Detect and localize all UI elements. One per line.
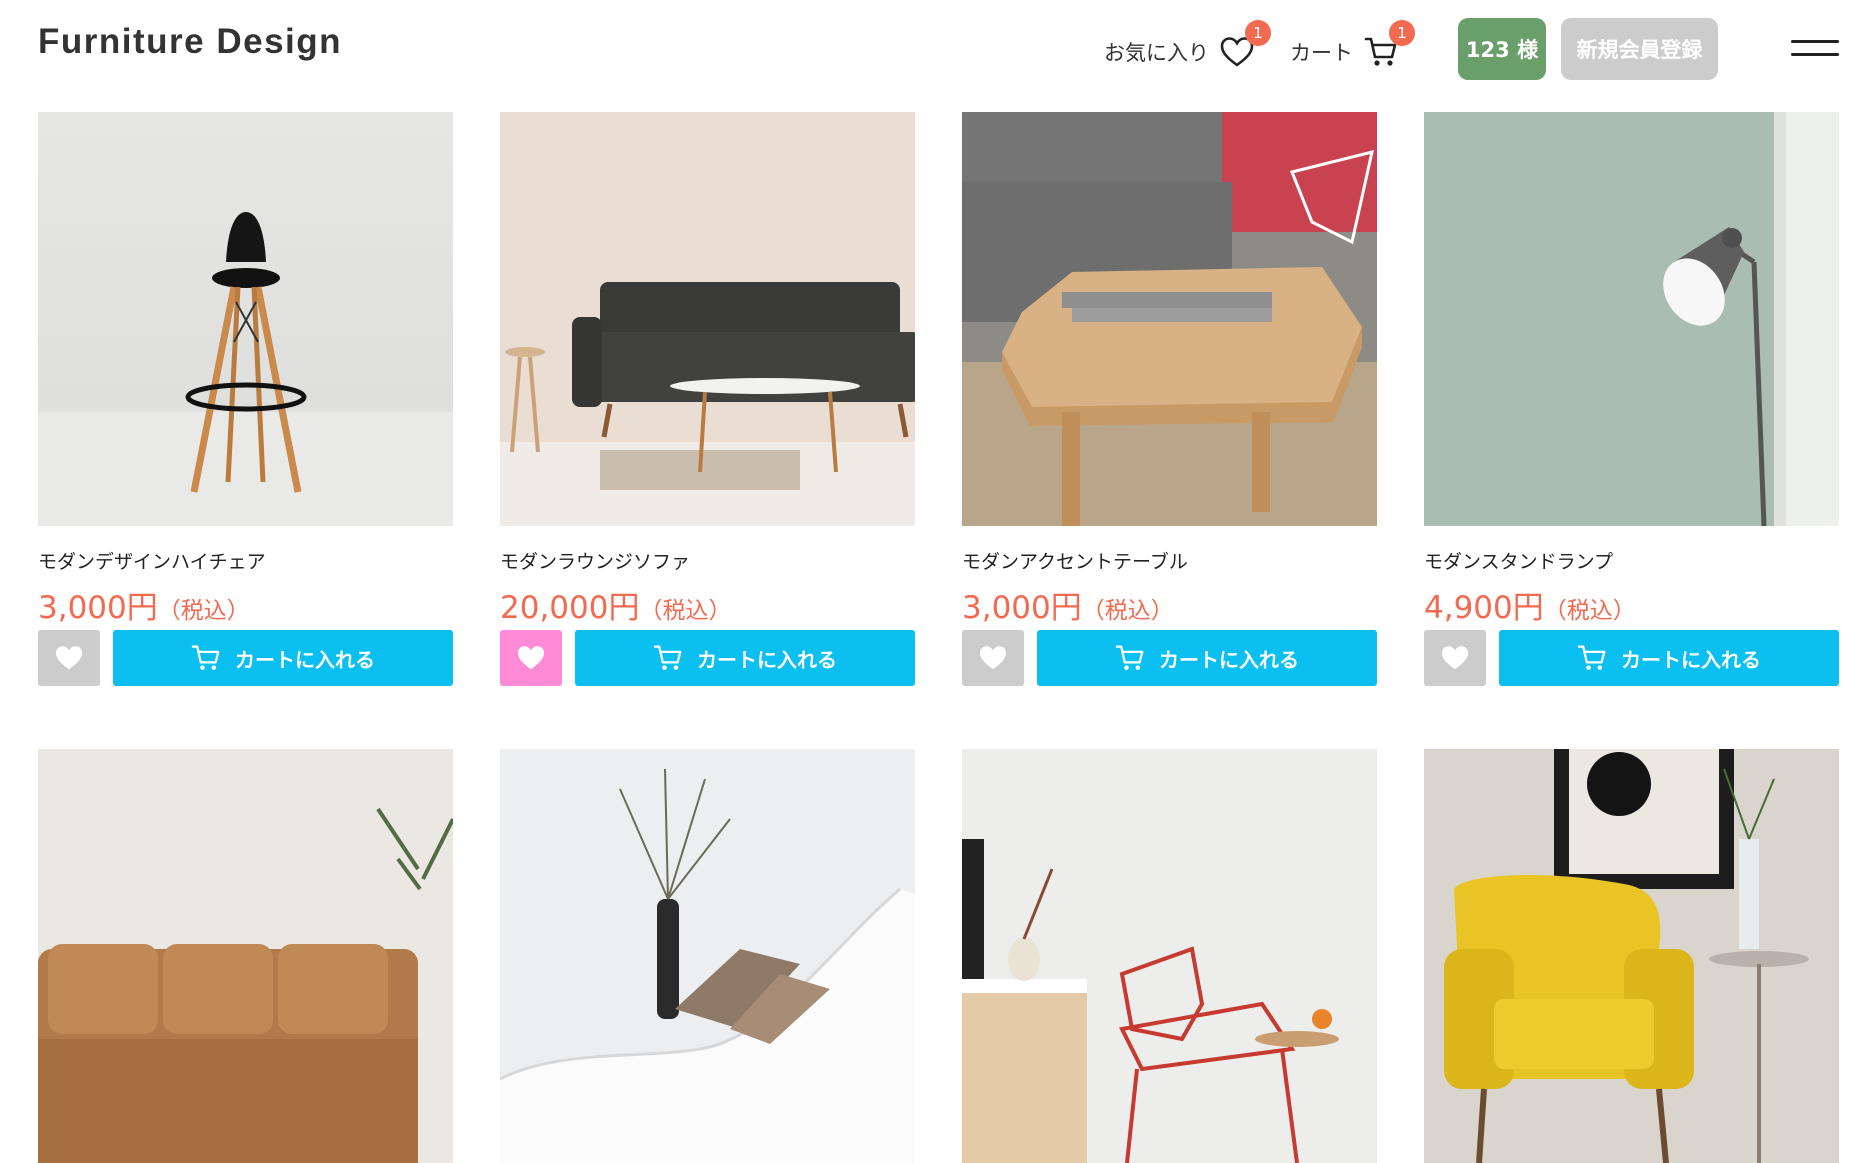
product-image-wire-chair[interactable] [962, 749, 1377, 1163]
price-amount: 4,900円 [1424, 590, 1544, 626]
favorite-button[interactable] [38, 630, 100, 686]
product-image-high-chair[interactable] [38, 112, 453, 526]
cart-icon [1577, 645, 1606, 670]
cart-link[interactable]: カート 1 [1290, 20, 1415, 72]
product-price: 4,900円（税込） [1424, 582, 1839, 627]
cart-count-badge: 1 [1389, 20, 1415, 46]
cart-icon [191, 645, 220, 670]
site-header: Furniture Design お気に入り 1 カート 1 123 様 新規会… [0, 0, 1875, 100]
price-tax-note: （税込） [1081, 598, 1174, 624]
favorites-count-badge: 1 [1245, 20, 1271, 46]
product-price: 20,000円（税込） [500, 582, 915, 627]
price-tax-note: （税込） [1543, 598, 1636, 624]
product-name[interactable]: モダンアクセントテーブル [962, 547, 1377, 574]
product-name[interactable]: モダンラウンジソファ [500, 547, 915, 574]
heart-icon [56, 646, 82, 670]
favorites-link[interactable]: お気に入り 1 [1104, 20, 1271, 72]
favorites-icon-wrap: 1 [1219, 20, 1271, 70]
product-image-yellow-armchair[interactable] [1424, 749, 1839, 1163]
product-image-chaise-lounge[interactable] [500, 749, 915, 1163]
heart-icon [980, 646, 1006, 670]
cart-icon-wrap: 1 [1363, 20, 1415, 70]
add-to-cart-button[interactable]: カートに入れる [1499, 630, 1839, 686]
heart-icon [518, 646, 544, 670]
hamburger-menu-button[interactable] [1791, 36, 1839, 62]
product-image-stand-lamp[interactable] [1424, 112, 1839, 526]
price-amount: 3,000円 [38, 590, 158, 626]
cart-icon [653, 645, 682, 670]
product-name[interactable]: モダンデザインハイチェア [38, 547, 453, 574]
add-to-cart-button[interactable]: カートに入れる [113, 630, 453, 686]
cart-icon [1115, 645, 1144, 670]
cart-label: カート [1290, 41, 1353, 65]
price-amount: 20,000円 [500, 590, 640, 626]
price-amount: 3,000円 [962, 590, 1082, 626]
user-pill[interactable]: 123 様 [1458, 18, 1546, 80]
add-to-cart-label: カートに入れる [235, 647, 375, 672]
product-price: 3,000円（税込） [38, 582, 453, 627]
product-price: 3,000円（税込） [962, 582, 1377, 627]
hamburger-line-icon [1791, 40, 1839, 43]
add-to-cart-label: カートに入れる [1159, 647, 1299, 672]
price-tax-note: （税込） [157, 598, 250, 624]
site-logo[interactable]: Furniture Design [38, 22, 342, 62]
add-to-cart-button[interactable]: カートに入れる [575, 630, 915, 686]
price-tax-note: （税込） [639, 598, 732, 624]
add-to-cart-label: カートに入れる [697, 647, 837, 672]
favorite-button[interactable] [500, 630, 562, 686]
favorites-label: お気に入り [1104, 41, 1209, 65]
product-name[interactable]: モダンスタンドランプ [1424, 547, 1839, 574]
favorite-button[interactable] [962, 630, 1024, 686]
product-image-lounge-sofa[interactable] [500, 112, 915, 526]
product-image-leather-sofa[interactable] [38, 749, 453, 1163]
add-to-cart-label: カートに入れる [1621, 647, 1761, 672]
product-image-accent-table[interactable] [962, 112, 1377, 526]
add-to-cart-button[interactable]: カートに入れる [1037, 630, 1377, 686]
heart-icon [1442, 646, 1468, 670]
favorite-button[interactable] [1424, 630, 1486, 686]
register-button[interactable]: 新規会員登録 [1561, 18, 1718, 80]
hamburger-line-icon [1791, 53, 1839, 56]
